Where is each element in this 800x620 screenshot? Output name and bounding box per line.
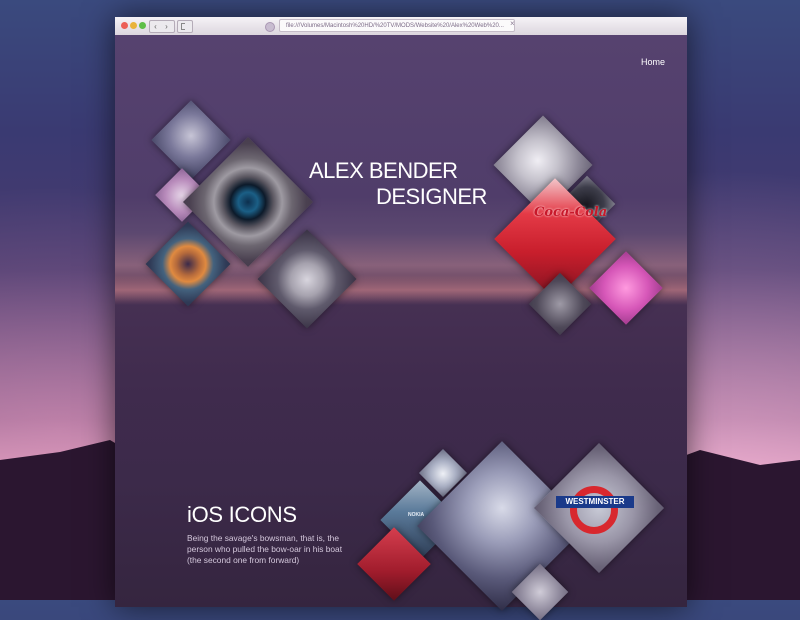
- zoom-window-button[interactable]: [139, 22, 146, 29]
- browser-titlebar: ‹ › file:///Volumes/Macintosh%20HD/%20TV/…: [115, 17, 687, 36]
- sidebar-toggle-button[interactable]: [177, 20, 193, 33]
- forward-icon[interactable]: ›: [161, 21, 172, 32]
- section-title: iOS ICONS: [187, 502, 297, 527]
- westminster-label: WESTMINSTER: [556, 496, 634, 508]
- nokia-label: NOKIA: [408, 512, 425, 518]
- minimize-window-button[interactable]: [130, 22, 137, 29]
- nav-home-link[interactable]: Home: [641, 57, 665, 67]
- address-bar[interactable]: file:///Volumes/Macintosh%20HD/%20TV/MOD…: [279, 19, 515, 32]
- westminster-roundel: [570, 486, 618, 534]
- section-description: Being the savage's bowsman, that is, the…: [187, 533, 343, 565]
- back-forward-buttons[interactable]: ‹ ›: [149, 20, 175, 33]
- favicon-icon: [265, 22, 275, 32]
- coca-cola-logo: Coca-Cola: [534, 205, 608, 220]
- clear-url-icon[interactable]: ×: [510, 19, 515, 28]
- back-icon[interactable]: ‹: [150, 21, 161, 32]
- hero-title-line2: DESIGNER: [376, 184, 487, 209]
- hero-title-line1: ALEX BENDER: [309, 158, 458, 183]
- close-window-button[interactable]: [121, 22, 128, 29]
